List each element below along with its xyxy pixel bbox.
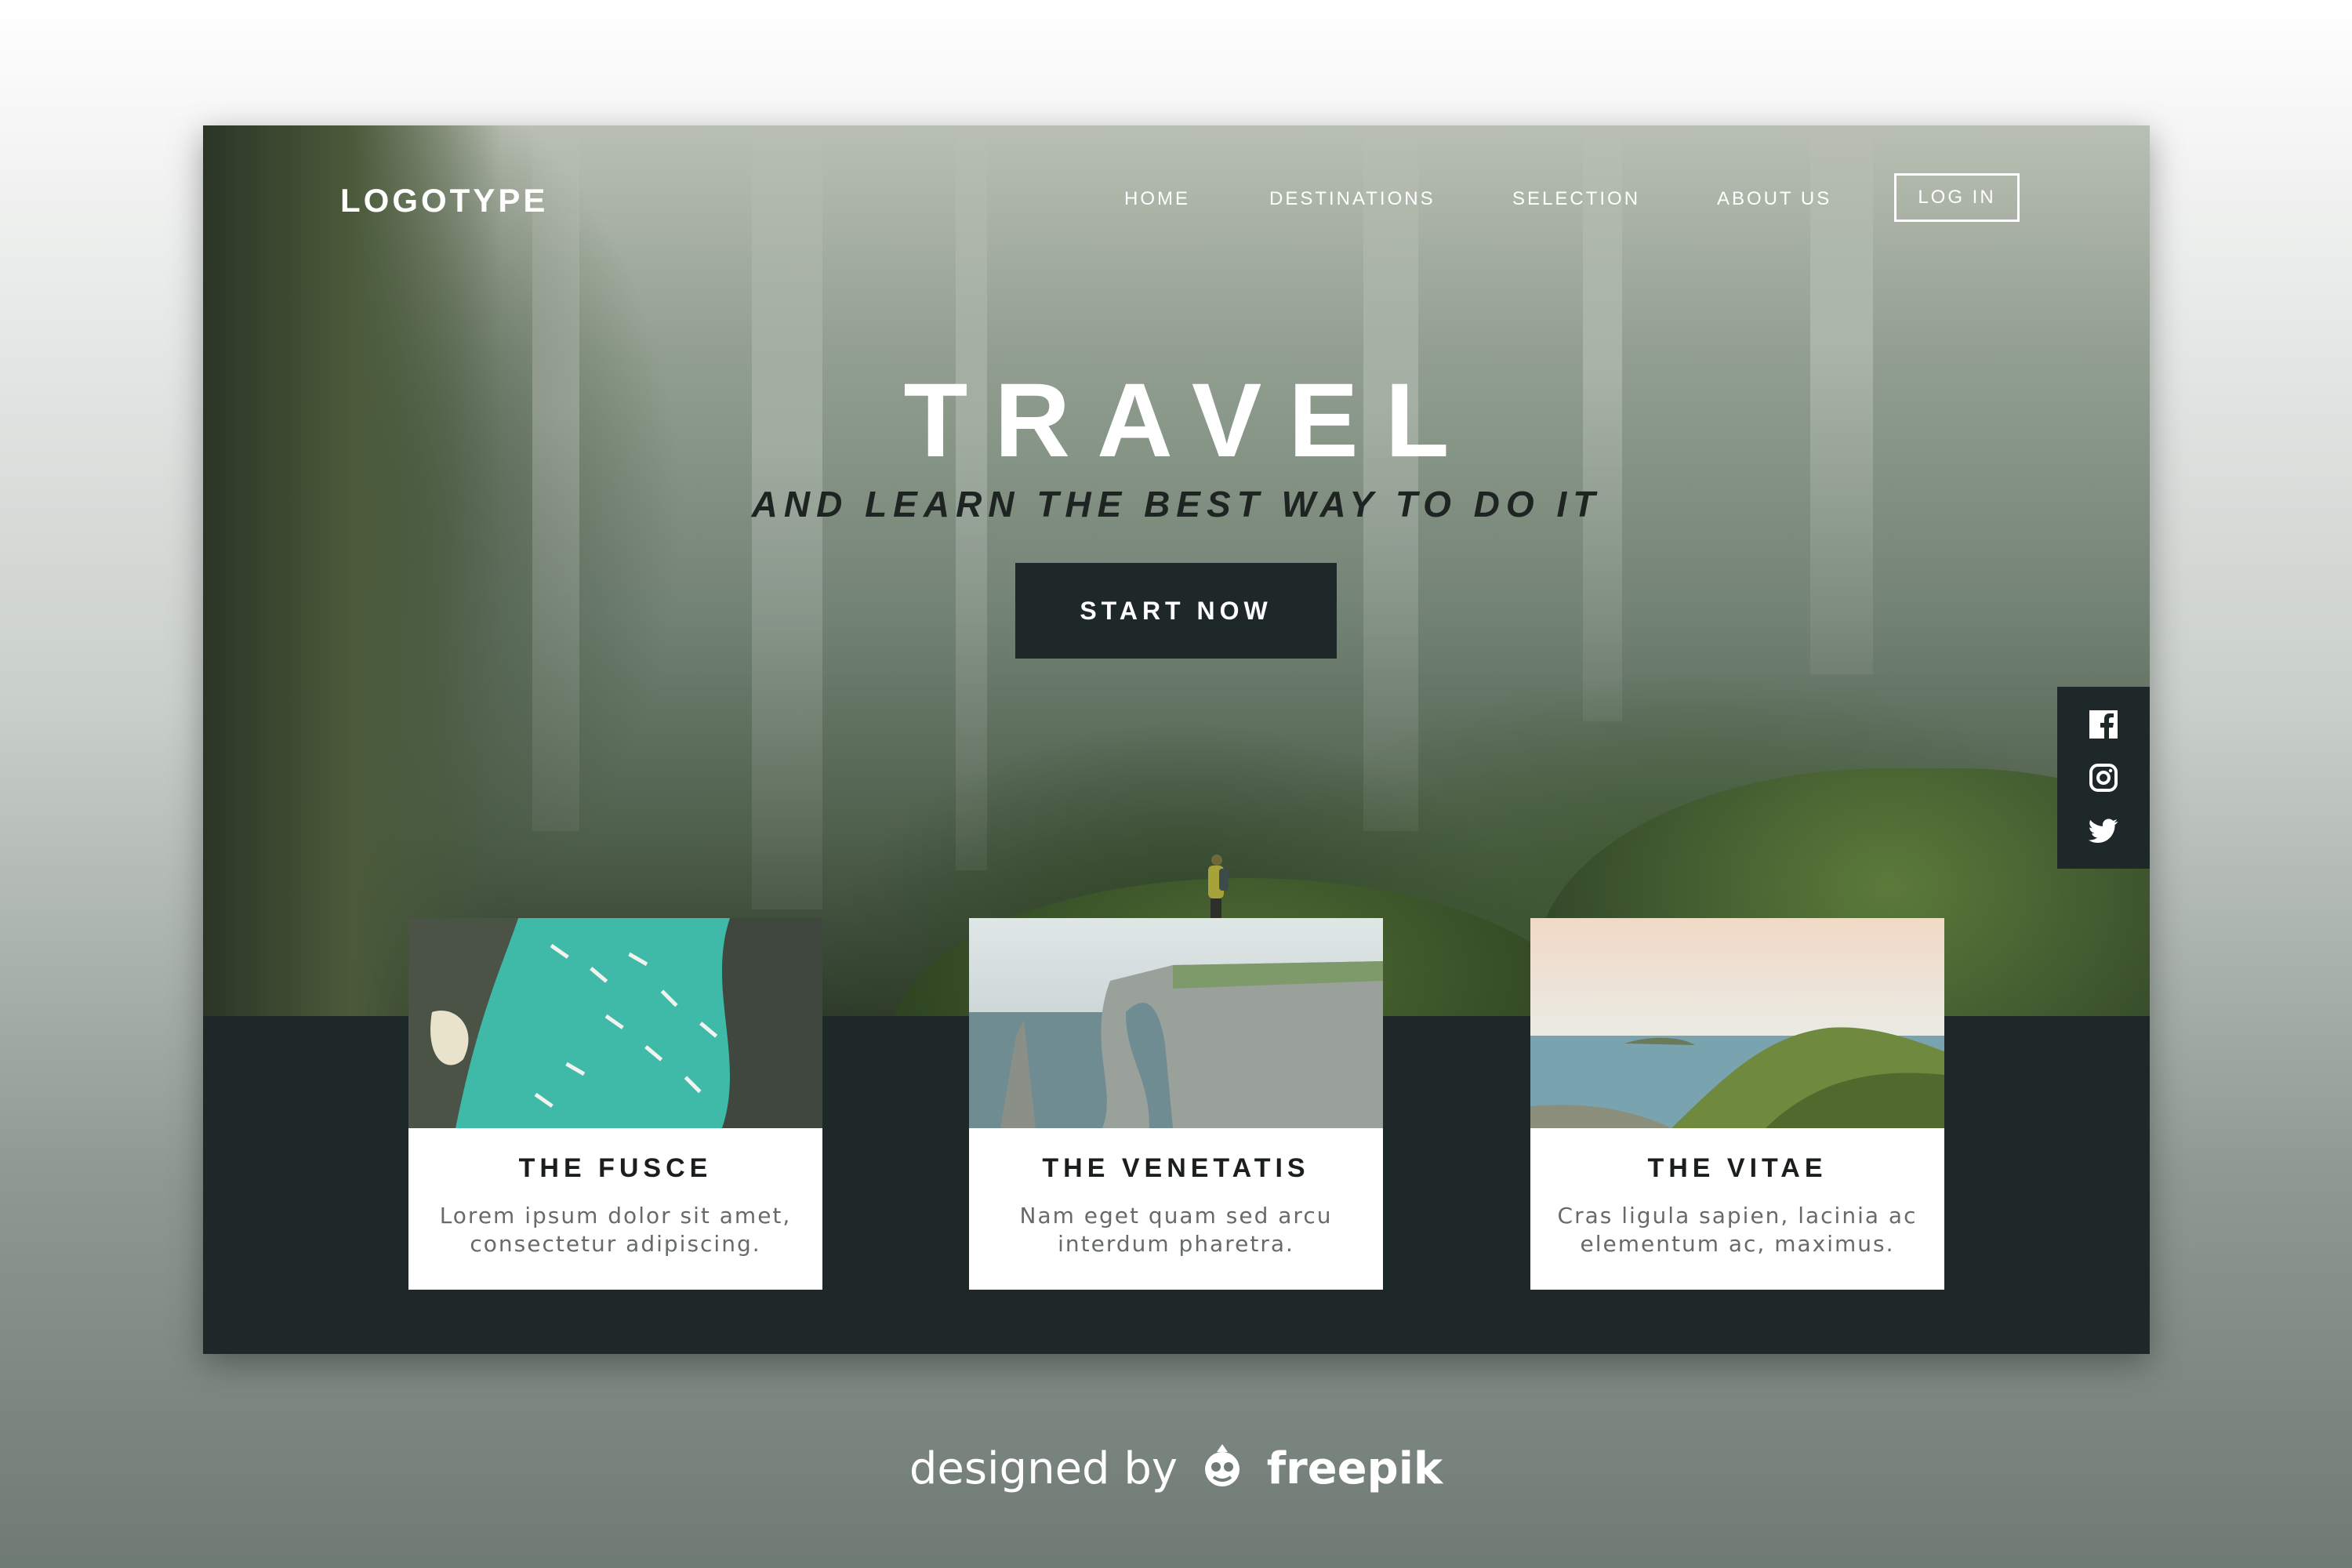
start-now-button[interactable]: START NOW [1015,563,1337,659]
card-title: THE FUSCE [518,1153,713,1183]
destination-card-fusce[interactable]: THE FUSCE Lorem ipsum dolor sit amet, co… [408,918,822,1290]
credit-prefix: designed by [909,1443,1178,1494]
card-description-line: consectetur adipiscing. [470,1231,761,1257]
card-photo-lagoon [408,918,822,1128]
card-description: Lorem ipsum dolor sit amet, consectetur … [424,1202,807,1258]
instagram-icon[interactable] [2088,762,2119,793]
facebook-icon[interactable] [2088,709,2119,740]
card-title: THE VENETATIS [1042,1153,1310,1183]
card-description: Nam eget quam sed arcu interdum pharetra… [985,1202,1367,1258]
hiker-figure [1205,855,1229,925]
nav-selection[interactable]: SELECTION [1512,188,1640,210]
designer-credit: designed by freepik [0,1441,2352,1501]
card-photo-coast [1530,918,1944,1128]
top-nav: LOGOTYPE HOME DESTINATIONS SELECTION ABO… [203,125,2150,282]
card-title: THE VITAE [1647,1153,1828,1183]
freepik-logo-icon [1198,1441,1247,1501]
card-photo-cliffs [969,918,1383,1128]
nav-about-us[interactable]: ABOUT US [1717,188,1831,210]
hero-subtitle: AND LEARN THE BEST WAY TO DO IT [751,484,1602,524]
login-button[interactable]: LOG IN [1894,173,2020,222]
nav-destinations[interactable]: DESTINATIONS [1269,188,1436,210]
destination-card-venetatis[interactable]: THE VENETATIS Nam eget quam sed arcu int… [969,918,1383,1290]
card-description-line: Lorem ipsum dolor sit amet, [439,1203,792,1229]
card-description-line: interdum pharetra. [1058,1231,1294,1257]
card-description-line: elementum ac, maximus. [1580,1231,1895,1257]
nav-home[interactable]: HOME [1124,188,1190,210]
twitter-icon[interactable] [2088,815,2119,847]
social-bar [2057,687,2150,869]
hero-title: TRAVEL [903,362,1476,479]
credit-brand: freepik [1266,1443,1443,1494]
card-description-line: Cras ligula sapien, lacinia ac [1557,1203,1918,1229]
landing-page-mockup: LOGOTYPE HOME DESTINATIONS SELECTION ABO… [203,125,2150,1354]
destination-card-vitae[interactable]: THE VITAE Cras ligula sapien, lacinia ac… [1530,918,1944,1290]
card-description-line: Nam eget quam sed arcu [1019,1203,1333,1229]
logo[interactable]: LOGOTYPE [340,182,548,220]
card-description: Cras ligula sapien, lacinia ac elementum… [1546,1202,1929,1258]
